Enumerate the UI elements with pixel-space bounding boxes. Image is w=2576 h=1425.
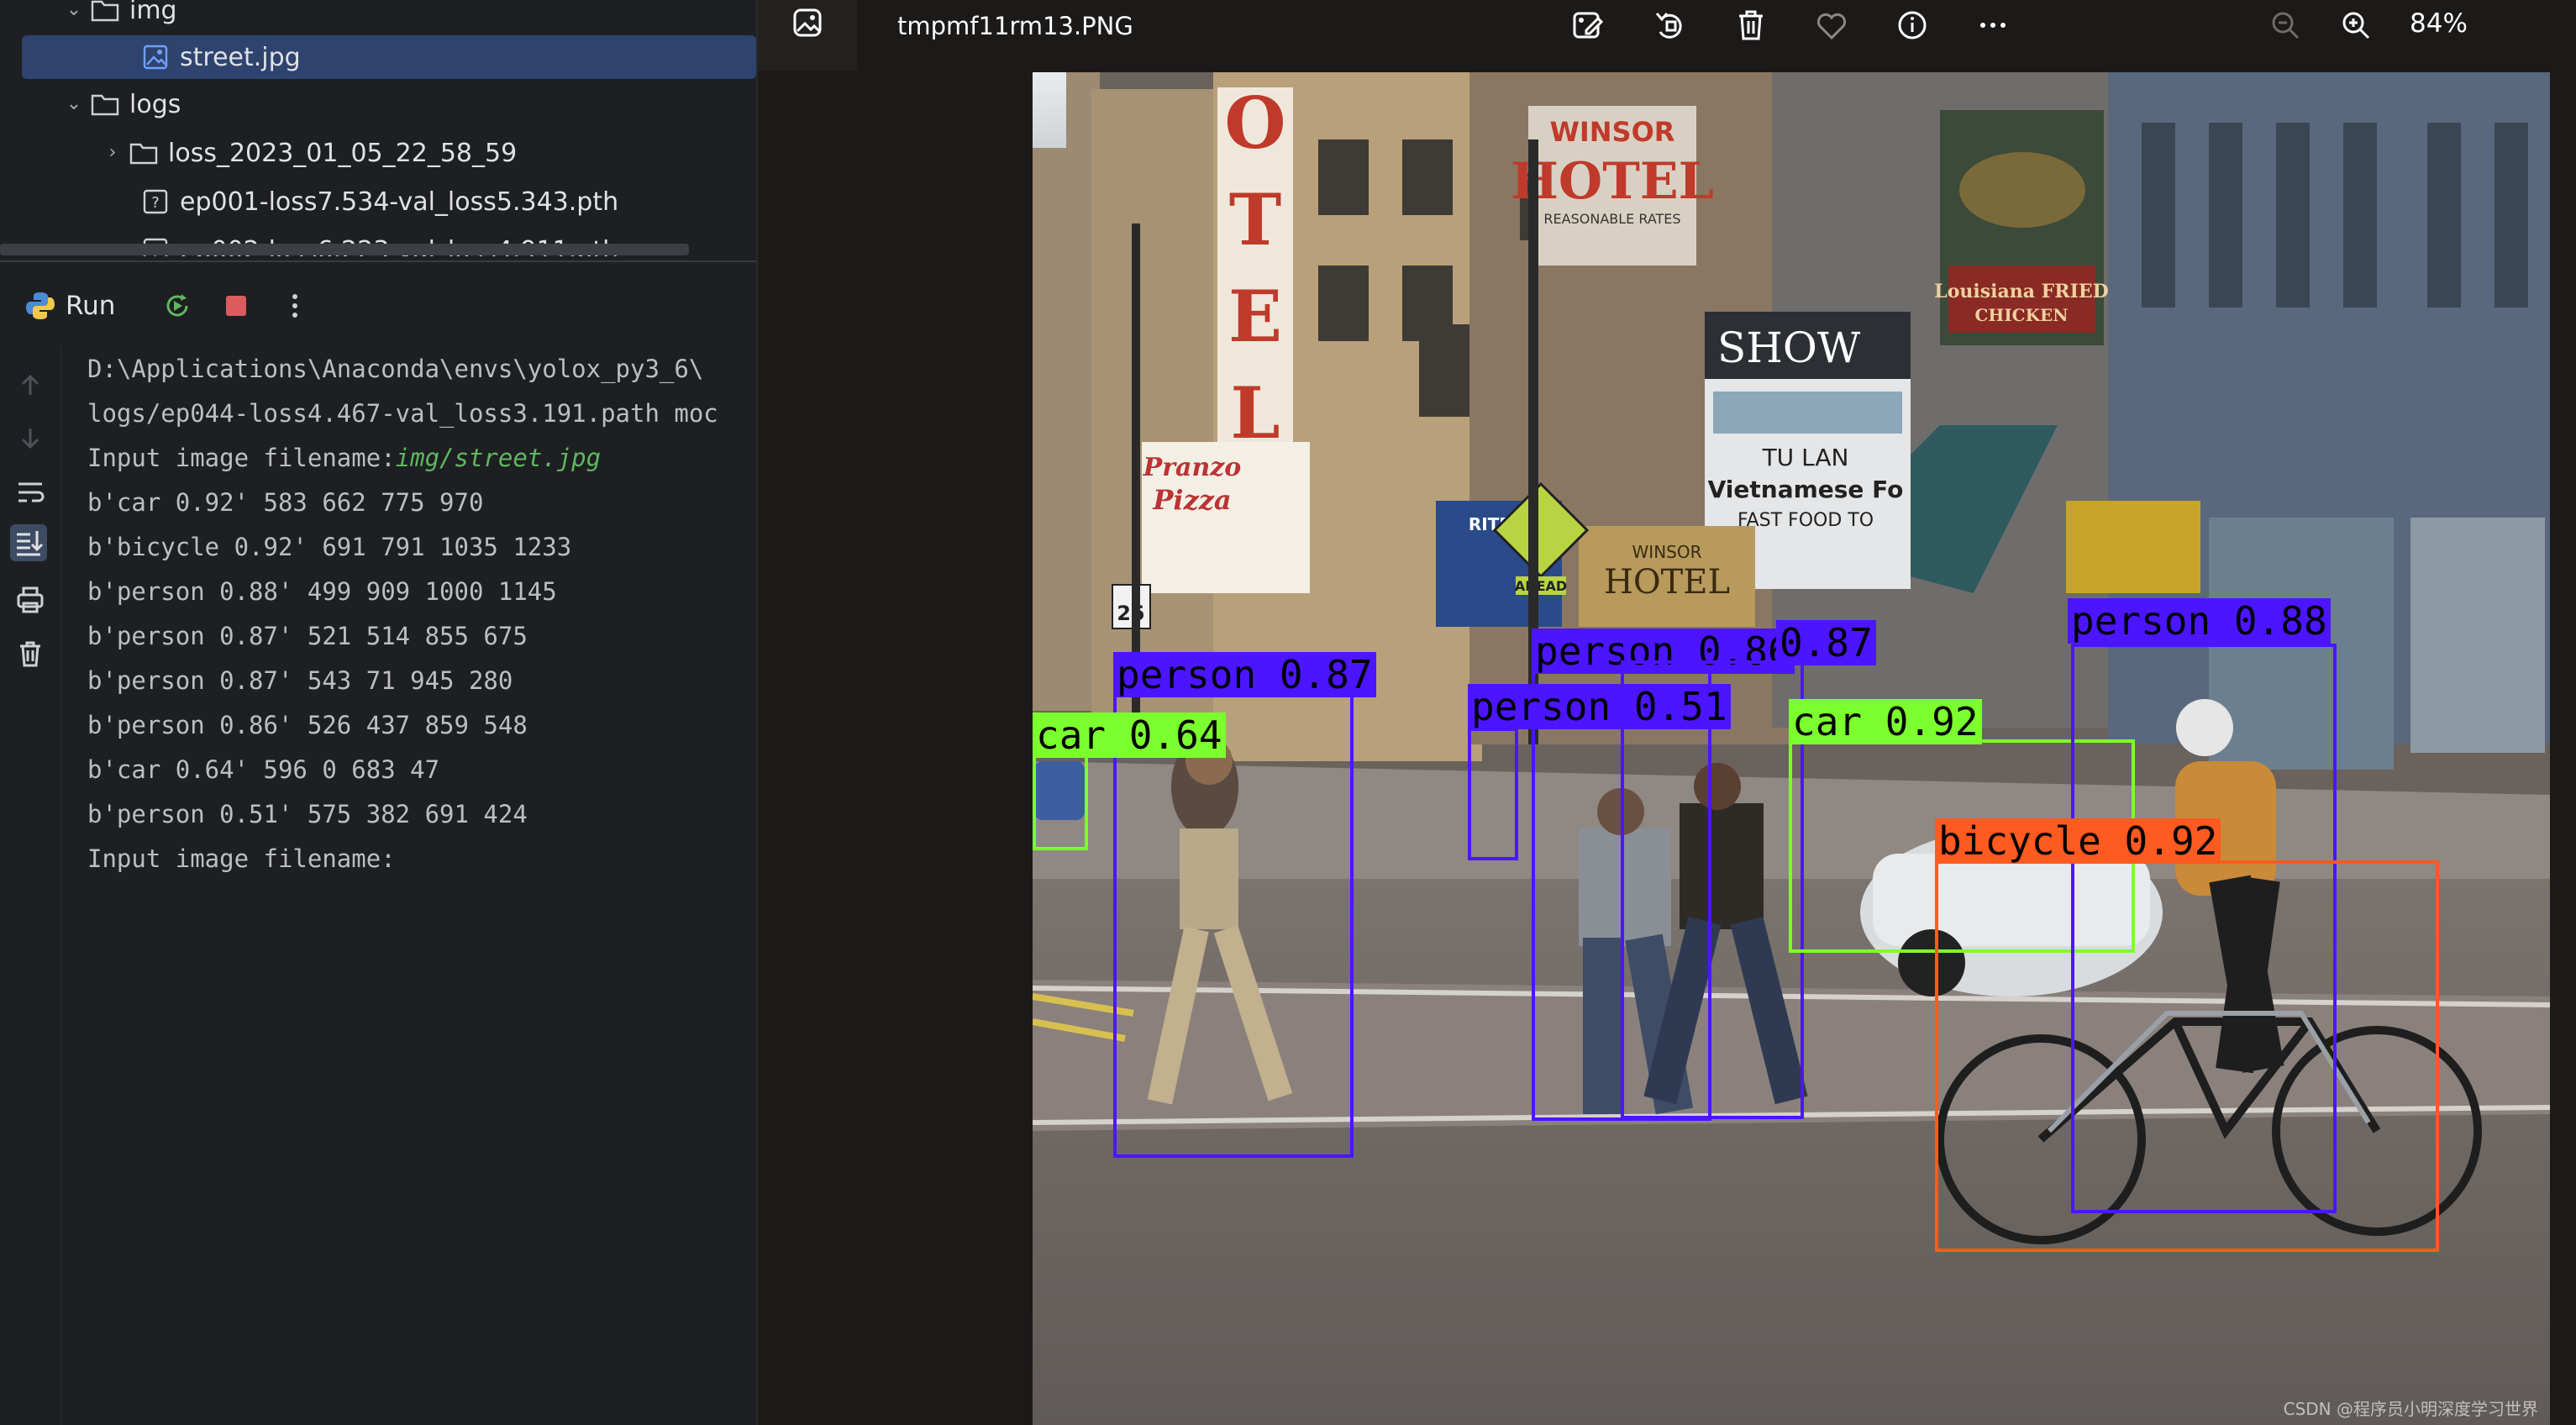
console-line: b'person 0.87' 543 71 945 280 (87, 666, 513, 695)
delete-icon[interactable] (1732, 7, 1769, 44)
run-panel-title[interactable]: Run (66, 291, 115, 321)
panel-divider[interactable] (0, 260, 756, 262)
detection-box-person (1113, 689, 1354, 1158)
stop-icon[interactable] (219, 289, 253, 323)
console-gutter (0, 346, 61, 1425)
folder-icon (91, 92, 119, 116)
console-line: b'person 0.86' 526 437 859 548 (87, 711, 528, 739)
console-line: b'person 0.51' 575 382 691 424 (87, 800, 528, 828)
sign-letter: T (1229, 178, 1282, 261)
viewer-sidebar-tab[interactable] (758, 0, 857, 71)
console-line: Input image filename:img/street.jpg (87, 444, 601, 472)
image-file-icon (143, 44, 168, 71)
tree-item-label: street.jpg (180, 42, 301, 72)
detection-label: person 0.51 (1468, 684, 1731, 729)
scroll-to-end-icon[interactable] (10, 524, 47, 561)
scroll-up-icon[interactable] (15, 370, 45, 400)
sign-text: 25 (1117, 602, 1144, 625)
console-line: b'person 0.87' 521 514 855 675 (87, 622, 528, 650)
sign-text: HOTEL (1511, 152, 1714, 211)
detection-box-person (1468, 728, 1518, 860)
ide-panel: ⌄ img street.jpg ⌄ logs › loss_2023_01_0… (0, 0, 756, 1425)
run-toolbar: Run (0, 284, 756, 328)
zoom-out-icon[interactable] (2267, 7, 2304, 44)
console-line: b'car 0.64' 596 0 683 47 (87, 755, 440, 784)
chevron-down-icon[interactable]: ⌄ (64, 0, 84, 20)
sign-text: FAST FOOD TO (1737, 510, 1874, 531)
detection-label: bicycle 0.92 (1935, 818, 2221, 864)
project-tree: ⌄ img street.jpg ⌄ logs › loss_2023_01_0… (0, 0, 756, 256)
sign-text: Louisiana FRIED (1934, 281, 2108, 302)
edit-image-icon[interactable] (1569, 7, 1606, 44)
sign-text: Vietnamese Fo (1708, 476, 1904, 503)
sign-text: AHEAD (1515, 578, 1567, 594)
trash-icon[interactable] (15, 639, 45, 669)
tree-item-loss-folder[interactable]: › loss_2023_01_05_22_58_59 (0, 131, 756, 175)
scroll-down-icon[interactable] (15, 423, 45, 454)
detection-label: car 0.64 (1033, 712, 1226, 758)
console-user-input: img/street.jpg (395, 444, 602, 472)
zoom-level[interactable]: 84% (2410, 8, 2468, 39)
sign-text: WINSOR (1550, 116, 1675, 148)
detection-label: car 0.92 (1789, 699, 1982, 744)
soft-wrap-icon[interactable] (15, 477, 45, 507)
console-line: b'car 0.92' 583 662 775 970 (87, 488, 484, 517)
folder-icon (129, 141, 158, 165)
detection-box-car (1033, 753, 1088, 850)
detection-label: person 0.88 (2068, 598, 2331, 644)
tree-item-label: loss_2023_01_05_22_58_59 (168, 138, 518, 168)
console-line: b'bicycle 0.92' 691 791 1035 1233 (87, 533, 572, 561)
tree-item-ep001[interactable]: ? ep001-loss7.534-val_loss5.343.pth (0, 180, 756, 223)
viewer-file-name: tmpmf11rm13.PNG (897, 12, 1133, 40)
sign-text: Pranzo (1143, 453, 1242, 482)
sign-text: Pizza (1152, 484, 1231, 516)
detection-image[interactable]: O T E L WINSOR HOTEL REASONABLE RATES SH… (1033, 72, 2550, 1425)
tree-item-img-folder[interactable]: ⌄ img (0, 0, 756, 32)
gallery-icon[interactable] (790, 5, 827, 42)
chevron-right-icon[interactable]: › (103, 143, 123, 163)
info-icon[interactable] (1894, 7, 1931, 44)
watermark: CSDN @程序员小明深度学习世界 (2283, 1399, 2538, 1419)
tree-horizontal-scrollbar[interactable] (0, 244, 689, 255)
folder-icon (91, 0, 119, 22)
console-output[interactable]: D:\Applications\Anaconda\envs\yolox_py3_… (62, 346, 756, 1425)
console-line: D:\Applications\Anaconda\envs\yolox_py3_… (87, 355, 704, 383)
more-icon[interactable] (1974, 7, 2011, 44)
sign-text: WINSOR (1632, 542, 1702, 562)
console-prompt: Input image filename: (87, 444, 396, 472)
unknown-file-icon: ? (143, 188, 168, 215)
detection-label: 0.87 (1776, 620, 1876, 665)
sign-text: SHOW (1717, 323, 1861, 372)
print-icon[interactable] (15, 585, 45, 615)
rerun-icon[interactable] (160, 289, 194, 323)
sign-letter: O (1224, 82, 1285, 165)
console-line: Input image filename: (87, 844, 396, 873)
zoom-in-icon[interactable] (2337, 7, 2374, 44)
chevron-down-icon[interactable]: ⌄ (64, 94, 84, 114)
more-vertical-icon[interactable] (278, 289, 312, 323)
sign-text: CHICKEN (1975, 305, 2069, 325)
tree-item-label: logs (129, 89, 181, 119)
sign-letter: E (1228, 275, 1282, 358)
rotate-icon[interactable] (1652, 7, 1689, 44)
sign-text: REASONABLE RATES (1543, 211, 1680, 227)
tree-item-label: ep001-loss7.534-val_loss5.343.pth (180, 187, 619, 217)
viewer-toolbar: tmpmf11rm13.PNG 84% (758, 0, 2576, 71)
tree-item-logs-folder[interactable]: ⌄ logs (0, 82, 756, 126)
python-icon (24, 289, 57, 323)
svg-text:?: ? (151, 194, 160, 212)
detection-box-bicycle (1935, 860, 2439, 1252)
tree-item-street-jpg[interactable]: street.jpg (22, 35, 756, 79)
detection-label: person 0.87 (1113, 652, 1376, 697)
console-line: logs/ep044-loss4.467-val_loss3.191.path … (87, 399, 718, 428)
sign-text: HOTEL (1604, 563, 1730, 602)
favorite-icon[interactable] (1813, 7, 1850, 44)
tree-item-label: img (129, 0, 177, 25)
console-line: b'person 0.88' 499 909 1000 1145 (87, 577, 557, 606)
sign-text: TU LAN (1762, 444, 1849, 471)
